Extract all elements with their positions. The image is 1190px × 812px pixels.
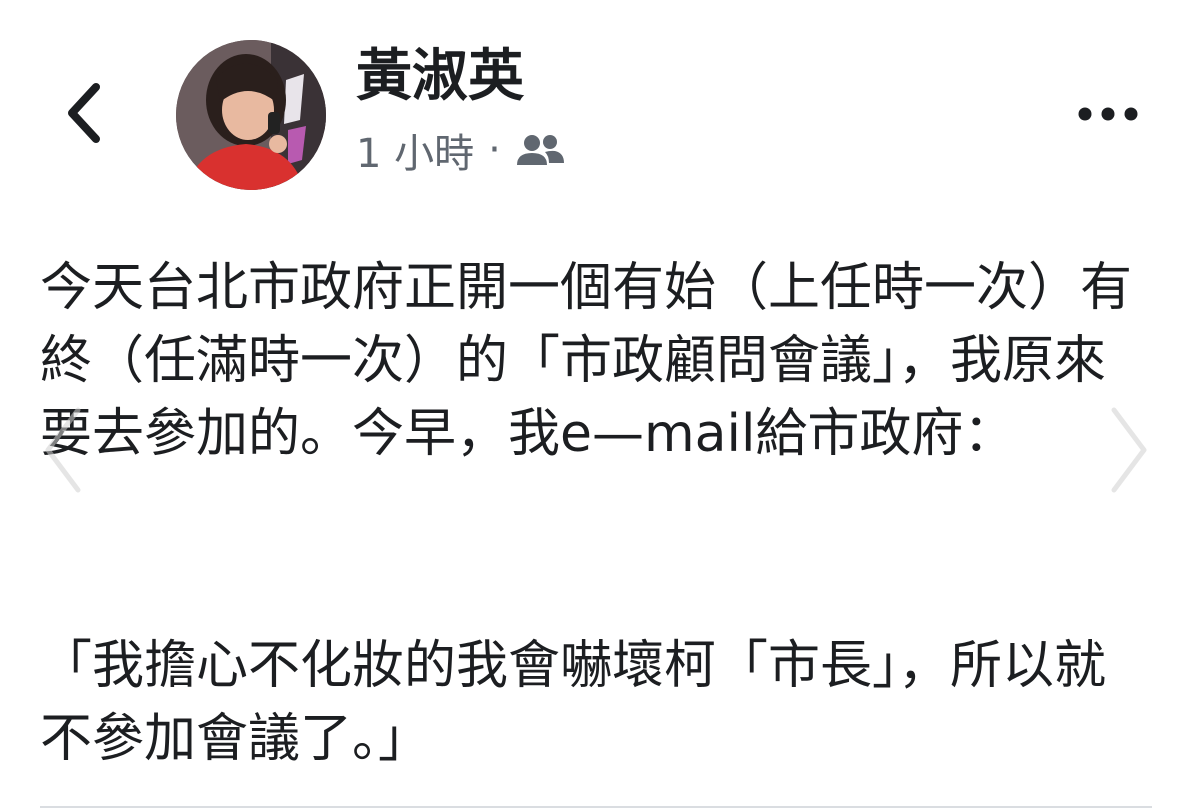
avatar-photo [176,40,326,190]
post-screen: 黃淑英 1 小時 · 今天台北市政府正開一個有始（上任時一次）有終（任滿時一次）… [0,0,1190,812]
carousel-next-button[interactable] [1098,400,1158,500]
carousel-prev-button[interactable] [34,400,94,500]
back-button[interactable] [56,78,112,148]
chevron-left-icon [68,83,100,143]
meta-separator: · [488,127,501,173]
chevron-left-icon [45,407,81,493]
friends-icon [515,133,565,167]
post-meta: 1 小時 · [356,122,565,178]
post-quote-block: 「我擔心不化妝的我會嚇壞柯「市長」，所以就不參加會議了。」 [40,630,1150,776]
post-text: 今天台北市政府正開一個有始（上任時一次）有終（任滿時一次）的「市政顧問會議」，我… [40,252,1150,471]
post-paragraph: 今天台北市政府正開一個有始（上任時一次）有終（任滿時一次）的「市政顧問會議」，我… [40,258,1133,464]
avatar[interactable] [176,40,326,190]
post-timestamp[interactable]: 1 小時 [356,121,474,179]
author-name[interactable]: 黃淑英 [356,42,524,112]
post-quote: 「我擔心不化妝的我會嚇壞柯「市長」，所以就不參加會議了。」 [40,636,1107,769]
more-options-button[interactable] [1070,92,1146,136]
chevron-right-icon [1111,407,1147,493]
post-divider [40,806,1152,808]
more-dots-icon [1078,107,1138,121]
